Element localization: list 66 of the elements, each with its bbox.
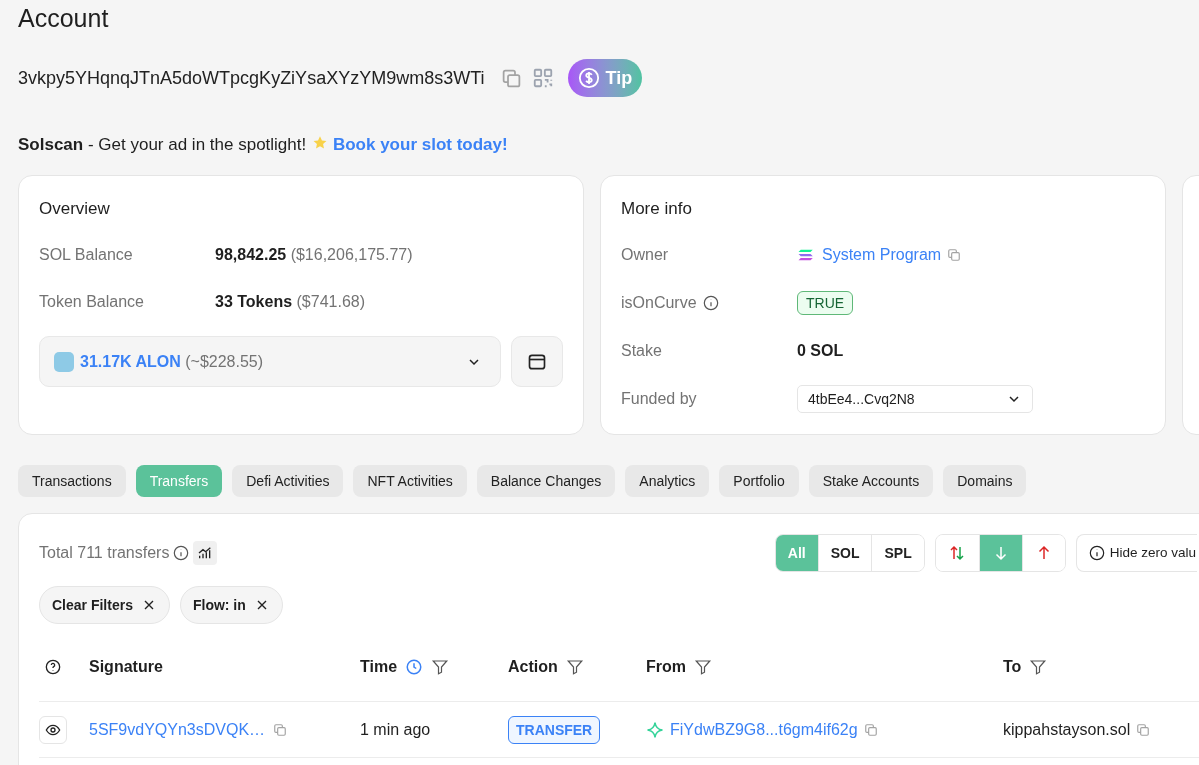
tab[interactable]: Defi Activities	[232, 465, 344, 497]
column-header: Signature	[89, 656, 163, 677]
filter-icon[interactable]	[1029, 657, 1048, 676]
dollar-icon	[577, 67, 600, 89]
action-badge: TRANSFER	[508, 715, 601, 744]
funded-by-select[interactable]: 4tbEe4...Cvq2N8	[797, 385, 1033, 413]
copy-icon[interactable]	[1136, 722, 1151, 737]
owner-link[interactable]: System Program	[822, 243, 942, 267]
filter-tab[interactable]: SPL	[871, 535, 924, 571]
wallet-button[interactable]	[511, 336, 563, 387]
token-logo	[54, 351, 74, 372]
filter-chip[interactable]: Clear Filters	[39, 586, 170, 624]
filter-chip[interactable]: Flow: in	[179, 586, 283, 624]
filter-icon[interactable]	[565, 657, 584, 676]
filter-icon[interactable]	[694, 657, 712, 676]
column-header: Time	[360, 656, 398, 677]
field-value: 98,842.25 ($16,206,175.77)	[215, 245, 413, 265]
copy-icon[interactable]	[500, 67, 522, 89]
field-label: Stake	[621, 341, 662, 361]
field-value: 33 Tokens ($741.68)	[215, 292, 365, 312]
field-label: SOL Balance	[39, 245, 134, 265]
token-select[interactable]: 31.17K ALON (~$228.55)	[39, 336, 501, 387]
help-icon[interactable]	[45, 658, 61, 675]
field-value: 0 SOL	[797, 341, 844, 361]
tab[interactable]: Transactions	[18, 465, 126, 497]
account-address: 3vkpy5YHqnqJTnA5doWTpcgKyZiYsaXYzYM9wm8s3WTi	[18, 66, 485, 90]
field-label: Token Balance	[39, 292, 145, 312]
transfer-count: Total 711 transfers	[39, 543, 170, 563]
column-header: To	[1003, 656, 1022, 677]
sparkle-icon	[646, 720, 664, 739]
tab[interactable]: Stake Accounts	[808, 465, 934, 497]
chart-icon[interactable]	[193, 541, 218, 565]
info-icon	[173, 545, 190, 561]
info-icon	[702, 295, 719, 311]
clock-icon[interactable]	[405, 657, 424, 676]
info-icon	[1088, 545, 1105, 561]
filter-icon[interactable]	[431, 657, 450, 676]
ad-banner-text: Solscan - Get your ad in the spotlight! Book your slot today!	[18, 134, 509, 156]
to-cell-text: kippahstayson.sol	[1003, 719, 1131, 740]
page-title: Account	[18, 3, 110, 34]
card-title: More info	[621, 198, 693, 220]
status-badge: TRUE	[797, 291, 854, 315]
address-link[interactable]: FiYdwBZ9G8...t6gm4if62g	[670, 717, 858, 742]
column-header: Action	[508, 656, 558, 677]
tab[interactable]: Portfolio	[719, 465, 799, 497]
field-label: Owner	[621, 245, 669, 265]
signature-link[interactable]: 5SF9vdYQYn3sDVQK…	[89, 717, 266, 742]
tab[interactable]: NFT Activities	[353, 465, 467, 497]
hide-zero-button[interactable]: Hide zero valu	[1075, 534, 1197, 572]
time-cell-text: 1 min ago	[360, 719, 432, 740]
up-down-arrows-icon	[948, 544, 967, 562]
flow-filter-button[interactable]	[978, 535, 1022, 571]
view-button[interactable]	[39, 715, 67, 744]
qr-code-icon[interactable]	[531, 67, 554, 89]
copy-icon[interactable]	[863, 722, 878, 737]
tab[interactable]: Analytics	[625, 465, 710, 497]
field-label: Funded by	[621, 389, 697, 409]
copy-icon[interactable]	[273, 722, 288, 737]
card-title: Overview	[39, 198, 111, 220]
flow-filter-button[interactable]	[1021, 535, 1065, 571]
copy-icon[interactable]	[947, 248, 962, 262]
field-label: isOnCurve	[621, 293, 697, 313]
tab[interactable]: Domains	[943, 465, 1027, 497]
column-header: From	[646, 656, 686, 677]
tab[interactable]: Balance Changes	[476, 465, 616, 497]
token-value: 31.17K ALON (~$228.55)	[80, 351, 265, 372]
